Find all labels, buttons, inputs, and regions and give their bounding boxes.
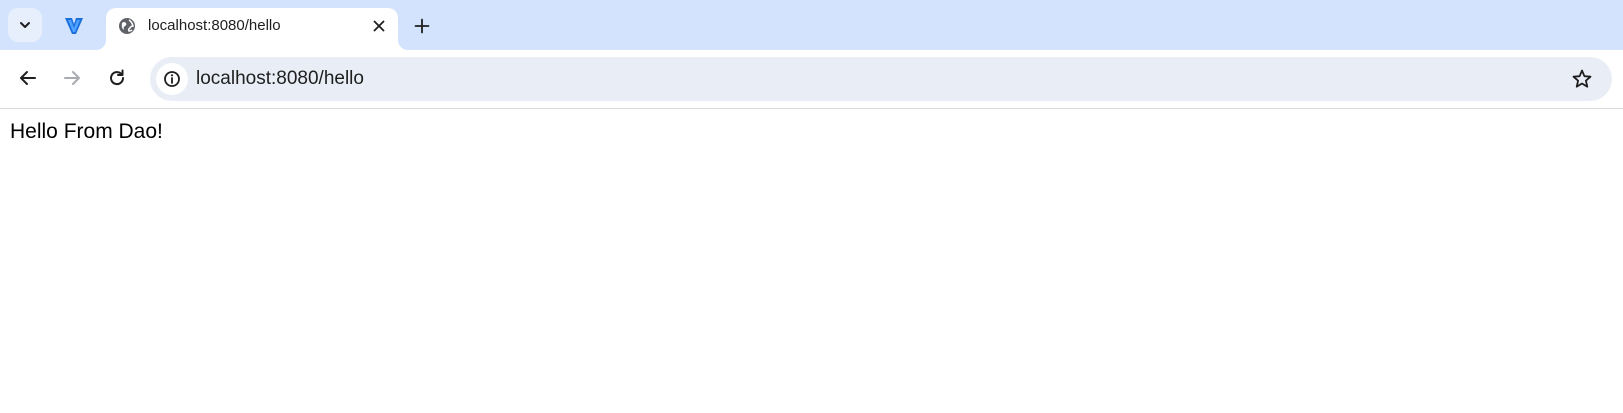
tab-close-button[interactable] (368, 15, 390, 37)
page-content: Hello From Dao! (0, 109, 1623, 413)
page-body-text: Hello From Dao! (10, 120, 163, 143)
globe-icon (119, 18, 135, 34)
tab-search-button[interactable] (8, 8, 42, 42)
browser-toolbar: localhost:8080/hello (0, 50, 1623, 109)
close-icon (373, 20, 385, 32)
arrow-right-icon (64, 71, 80, 85)
reload-button[interactable] (102, 63, 132, 93)
active-tab[interactable]: localhost:8080/hello (106, 8, 398, 50)
reload-icon (110, 69, 125, 86)
new-tab-button[interactable] (408, 12, 436, 40)
pinned-tab[interactable] (60, 12, 88, 40)
pinned-app-logo-icon (65, 18, 83, 34)
tab-title: localhost:8080/hello (148, 17, 281, 34)
back-button[interactable] (13, 63, 43, 93)
arrow-left-icon (20, 71, 36, 85)
plus-icon (414, 18, 430, 34)
forward-button[interactable] (57, 63, 87, 93)
tab-strip: localhost:8080/hello (0, 0, 1623, 50)
chevron-down-icon (20, 22, 30, 28)
bookmark-button[interactable] (1570, 67, 1594, 91)
star-outline-icon (1572, 69, 1592, 88)
address-bar[interactable]: localhost:8080/hello (150, 57, 1612, 101)
site-info-button[interactable] (156, 63, 188, 95)
url-text[interactable]: localhost:8080/hello (196, 68, 364, 90)
info-icon (164, 71, 180, 87)
